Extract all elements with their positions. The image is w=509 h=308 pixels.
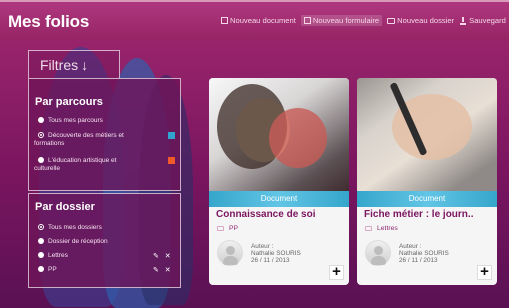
card-folder-label: PP xyxy=(229,225,239,232)
document-icon xyxy=(221,17,228,24)
dossier-option-pp[interactable]: PP xyxy=(38,266,57,274)
radio-selected-icon xyxy=(38,132,44,138)
folder-icon xyxy=(387,17,396,24)
document-card[interactable]: Document Connaissance de soi PP Auteur :… xyxy=(209,78,349,285)
download-icon xyxy=(459,16,467,25)
radio-dot-icon xyxy=(38,117,44,123)
radio-dot-icon xyxy=(38,266,44,272)
author-label: Auteur : xyxy=(399,243,422,250)
new-folder-label: Nouveau dossier xyxy=(397,16,455,25)
new-document-label: Nouveau document xyxy=(230,16,296,25)
parcours-option-culture[interactable]: L'éducation artistique et culturelle xyxy=(34,157,117,173)
filter-panel-dossier: Par dossier Tous mes dossiers Dossier de… xyxy=(28,193,181,288)
orange-color-swatch xyxy=(168,157,175,164)
filter-panel-parcours: Par parcours Tous mes parcours Découvert… xyxy=(28,78,181,191)
parcours-option-label-continued: formations xyxy=(34,140,65,147)
radio-selected-icon xyxy=(38,224,44,230)
new-document-button[interactable]: Nouveau document xyxy=(221,15,296,26)
radio-dot-icon xyxy=(38,238,44,244)
save-button[interactable]: Sauvegard xyxy=(459,15,506,26)
dossier-heading: Par dossier xyxy=(35,201,95,213)
card-type-label: Document xyxy=(357,191,497,207)
author-date: 26 / 11 / 2013 xyxy=(399,257,438,264)
top-border-line xyxy=(0,0,509,2)
filters-title-text: Filtres xyxy=(40,57,79,73)
parcours-option-label: Découverte des métiers et xyxy=(48,132,124,139)
radio-dot-icon xyxy=(38,157,44,163)
avatar xyxy=(365,240,391,266)
card-photo xyxy=(357,78,497,191)
page-title: Mes folios xyxy=(8,12,90,31)
card-folder-label: Lettres xyxy=(377,225,398,232)
form-icon xyxy=(303,17,311,24)
document-card[interactable]: Document Fiche métier : le journ.. Lettr… xyxy=(357,78,497,285)
dossier-option-label: Dossier de réception xyxy=(48,238,108,245)
card-photo xyxy=(209,78,349,191)
dossier-option-label: PP xyxy=(48,266,57,273)
parcours-heading: Par parcours xyxy=(35,96,103,108)
parcours-option-label: Tous mes parcours xyxy=(48,117,103,124)
new-form-label: Nouveau formulaire xyxy=(312,16,380,25)
photo-shoulder-shape xyxy=(269,108,327,168)
card-type-label: Document xyxy=(209,191,349,207)
dossier-option-reception[interactable]: Dossier de réception xyxy=(38,238,108,246)
folder-icon xyxy=(217,226,224,231)
add-button[interactable]: + xyxy=(477,264,492,280)
author-label: Auteur : xyxy=(251,243,274,250)
top-bar: Mes folios Nouveau document Nouveau form… xyxy=(0,0,509,40)
dossier-option-label: Lettres xyxy=(48,252,68,259)
filters-title: Filtres ↓ xyxy=(37,57,88,73)
folder-icon xyxy=(365,226,372,231)
parcours-option-all[interactable]: Tous mes parcours xyxy=(38,117,103,125)
add-button[interactable]: + xyxy=(329,264,344,280)
author-name: Nathalie SOURIS xyxy=(399,250,449,257)
card-folder-tag: Lettres xyxy=(365,225,398,232)
card-author: Auteur : Nathalie SOURIS 26 / 11 / 2013 xyxy=(251,243,301,264)
card-title[interactable]: Connaissance de soi xyxy=(216,209,346,220)
card-folder-tag: PP xyxy=(217,225,238,232)
parcours-option-label-continued: culturelle xyxy=(34,165,61,172)
filters-toggle[interactable]: Filtres ↓ xyxy=(28,50,120,78)
parcours-option-metiers[interactable]: Découverte des métiers et formations xyxy=(34,132,124,148)
author-name: Nathalie SOURIS xyxy=(251,250,301,257)
filters-arrow-icon: ↓ xyxy=(81,57,89,73)
parcours-option-label: L'éducation artistique et xyxy=(48,157,117,164)
card-author: Auteur : Nathalie SOURIS 26 / 11 / 2013 xyxy=(399,243,449,264)
new-form-button[interactable]: Nouveau formulaire xyxy=(300,15,383,26)
radio-dot-icon xyxy=(38,252,44,258)
new-folder-button[interactable]: Nouveau dossier xyxy=(387,15,454,26)
avatar xyxy=(217,240,243,266)
edit-delete-actions[interactable]: ✎ ✕ xyxy=(153,266,173,274)
dossier-option-all[interactable]: Tous mes dossiers xyxy=(38,224,102,232)
action-toolbar: Nouveau document Nouveau formulaire Nouv… xyxy=(221,15,506,26)
edit-delete-actions[interactable]: ✎ ✕ xyxy=(153,252,173,260)
dossier-option-lettres[interactable]: Lettres xyxy=(38,252,68,260)
blue-color-swatch xyxy=(168,132,175,139)
dossier-option-label: Tous mes dossiers xyxy=(48,224,102,231)
save-label: Sauvegard xyxy=(469,16,506,25)
author-date: 26 / 11 / 2013 xyxy=(251,257,290,264)
card-title[interactable]: Fiche métier : le journ.. xyxy=(364,209,494,220)
